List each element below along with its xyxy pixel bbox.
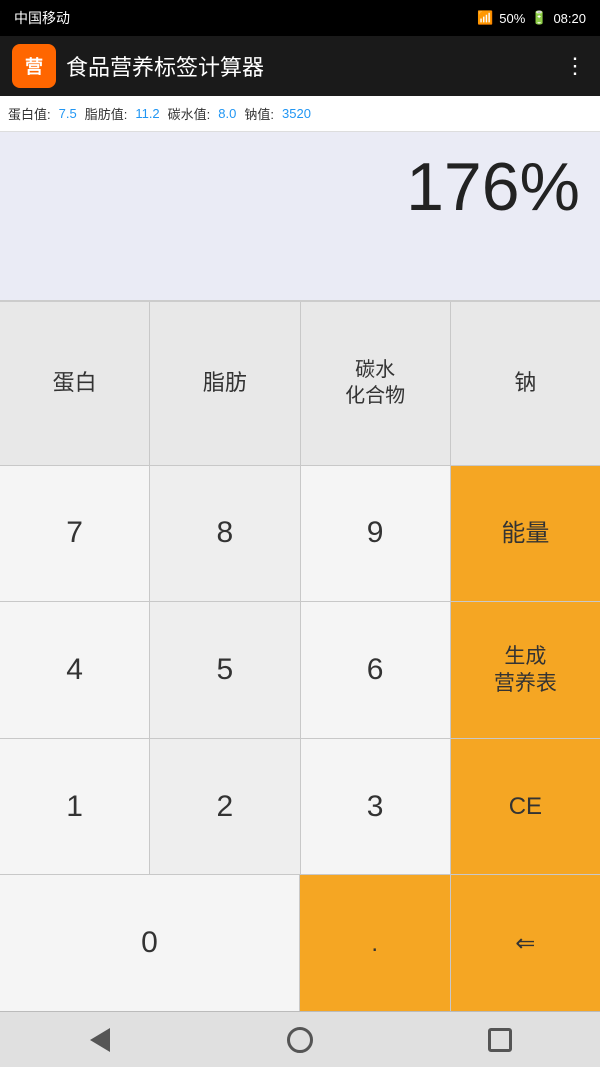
key-5[interactable]: 5 xyxy=(150,602,300,738)
network-icon: 📶 xyxy=(477,10,493,26)
keypad: 蛋白 脂肪 碳水化合物 钠 7 8 9 能量 4 5 6 生成营养表 1 2 3… xyxy=(0,302,600,1011)
protein-value: 7.5 xyxy=(59,106,77,121)
category-carb[interactable]: 碳水化合物 xyxy=(301,302,451,465)
key-generate[interactable]: 生成营养表 xyxy=(451,602,600,738)
fat-value: 11.2 xyxy=(135,106,159,121)
recents-icon xyxy=(488,1028,512,1052)
battery-label: 50% xyxy=(499,11,525,26)
key-dot[interactable]: . xyxy=(300,875,451,1011)
key-2[interactable]: 2 xyxy=(150,739,300,875)
key-3[interactable]: 3 xyxy=(301,739,451,875)
key-9[interactable]: 9 xyxy=(301,466,451,602)
fat-label: 脂肪值: xyxy=(85,104,128,123)
key-7[interactable]: 7 xyxy=(0,466,150,602)
back-button[interactable] xyxy=(75,1020,125,1060)
key-0[interactable]: 0 xyxy=(0,875,300,1011)
key-ce[interactable]: CE xyxy=(451,739,600,875)
category-fat[interactable]: 脂肪 xyxy=(150,302,300,465)
key-energy[interactable]: 能量 xyxy=(451,466,600,602)
key-1[interactable]: 1 xyxy=(0,739,150,875)
keypad-row-456: 4 5 6 生成营养表 xyxy=(0,602,600,739)
sodium-label: 钠值: xyxy=(244,104,274,123)
recents-button[interactable] xyxy=(475,1020,525,1060)
back-icon xyxy=(90,1028,110,1052)
more-menu-button[interactable]: ⋮ xyxy=(564,53,588,79)
status-bar: 中国移动 📶 50% 🔋 08:20 xyxy=(0,0,600,36)
carb-label: 碳水值: xyxy=(168,104,211,123)
display-value: 176% xyxy=(406,148,580,226)
category-sodium[interactable]: 钠 xyxy=(451,302,600,465)
carb-value: 8.0 xyxy=(218,106,236,121)
app-icon: 营 xyxy=(12,44,56,88)
keypad-row-0: 0 . ⇐ xyxy=(0,875,600,1011)
key-backspace[interactable]: ⇐ xyxy=(451,875,600,1011)
nutrition-bar: 蛋白值: 7.5 脂肪值: 11.2 碳水值: 8.0 钠值: 3520 xyxy=(0,96,600,132)
time-label: 08:20 xyxy=(553,11,586,26)
key-6[interactable]: 6 xyxy=(301,602,451,738)
key-8[interactable]: 8 xyxy=(150,466,300,602)
key-4[interactable]: 4 xyxy=(0,602,150,738)
app-header: 营 食品营养标签计算器 ⋮ xyxy=(0,36,600,96)
keypad-row-123: 1 2 3 CE xyxy=(0,739,600,876)
carrier-label: 中国移动 xyxy=(14,8,70,28)
category-protein[interactable]: 蛋白 xyxy=(0,302,150,465)
home-button[interactable] xyxy=(275,1020,325,1060)
protein-label: 蛋白值: xyxy=(8,104,51,123)
bottom-nav xyxy=(0,1011,600,1067)
sodium-value: 3520 xyxy=(282,106,311,121)
display-area: 176% xyxy=(0,132,600,302)
app-title: 食品营养标签计算器 xyxy=(66,50,264,82)
keypad-row-789: 7 8 9 能量 xyxy=(0,466,600,603)
battery-icon: 🔋 xyxy=(531,10,547,26)
home-icon xyxy=(287,1027,313,1053)
category-row: 蛋白 脂肪 碳水化合物 钠 xyxy=(0,302,600,466)
